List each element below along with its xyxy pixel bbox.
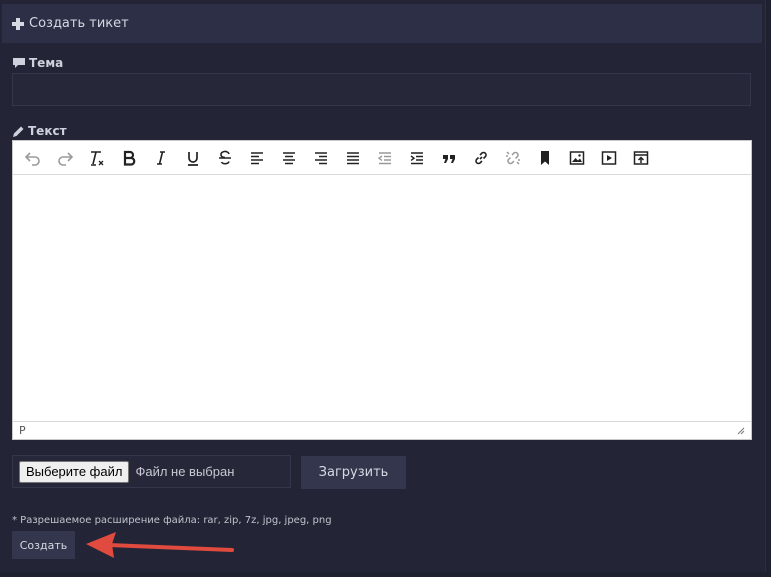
underline-icon [188,151,198,166]
choose-file-button[interactable]: Выберите файл [19,460,130,483]
undo-icon [24,151,40,166]
editor-statusbar: P [13,421,751,439]
panel-title: Создать тикет [29,16,129,31]
template-button[interactable] [625,144,657,172]
justify-button[interactable] [337,144,369,172]
outdent-button[interactable] [369,144,401,172]
unlink-icon [506,150,520,165]
resize-handle-icon[interactable] [736,426,745,435]
italic-button[interactable] [145,144,177,172]
subject-label: Тема [12,56,63,70]
blockquote-button[interactable] [433,144,465,172]
redo-button[interactable] [49,144,81,172]
plus-icon [12,17,24,30]
upload-button[interactable]: Загрузить [301,456,406,489]
file-status-text: Файл не выбран [135,464,235,479]
redo-icon [58,151,74,166]
align-center-icon [283,151,295,164]
clear-formatting-button[interactable] [81,144,113,172]
underline-button[interactable] [177,144,209,172]
align-center-button[interactable] [273,144,305,172]
bold-icon [123,150,136,166]
outdent-icon [377,151,391,164]
annotation-arrow-icon [86,532,234,558]
quote-icon [443,154,455,163]
indent-button[interactable] [401,144,433,172]
indent-icon [410,151,423,164]
bold-button[interactable] [113,144,145,172]
justify-icon [347,151,359,164]
align-left-button[interactable] [241,144,273,172]
link-button[interactable] [465,144,497,172]
bookmark-button[interactable] [529,144,561,172]
comment-icon [13,58,25,68]
template-icon [633,150,649,165]
align-left-icon [251,151,263,164]
strikethrough-button[interactable] [209,144,241,172]
subject-label-text: Тема [29,56,64,70]
italic-icon [157,150,165,165]
link-icon [475,151,487,164]
element-path[interactable]: P [19,424,26,437]
align-right-icon [315,151,327,164]
text-label-text: Текст [28,124,67,138]
strikethrough-icon [219,150,231,165]
undo-button[interactable] [17,144,49,172]
rich-text-editor: P [12,140,752,440]
media-button[interactable] [593,144,625,172]
play-icon [601,150,617,165]
unlink-button[interactable] [497,144,529,172]
ticket-panel: Создать тикет Тема Текст P Выберите файл… [0,0,766,572]
image-button[interactable] [561,144,593,172]
file-input: Выберите файл Файл не выбран [12,455,291,488]
subject-input[interactable] [12,73,751,106]
editor-toolbar [13,141,751,175]
panel-header: Создать тикет [2,4,762,43]
file-extension-hint: * Разрешаемое расширение файла: rar, zip… [12,515,332,526]
bookmark-icon [541,150,549,165]
align-right-button[interactable] [305,144,337,172]
image-icon [569,150,585,165]
text-label: Текст [12,124,67,138]
create-button[interactable]: Создать [12,531,75,559]
editor-content-area[interactable] [13,175,751,421]
clear-formatting-icon [91,150,104,166]
pencil-icon [13,126,24,137]
